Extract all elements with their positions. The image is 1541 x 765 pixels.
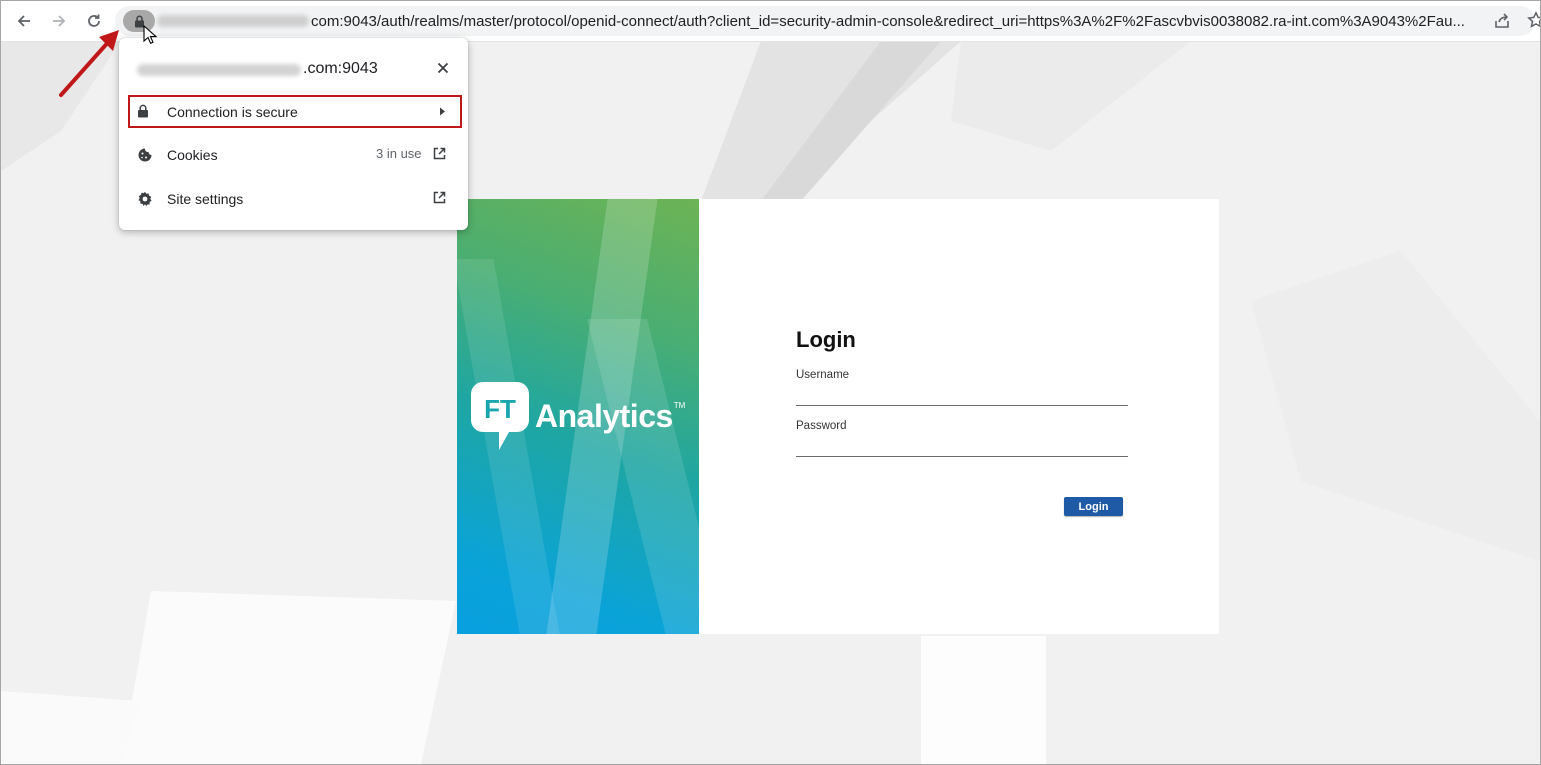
- username-input[interactable]: [796, 381, 1128, 406]
- external-link-icon: [433, 191, 446, 204]
- svg-text:FT: FT: [484, 394, 516, 424]
- ft-badge-icon: FT: [471, 382, 529, 450]
- login-title: Login: [796, 327, 856, 352]
- gear-icon: [138, 191, 152, 206]
- brand-wordmark: Analytics: [535, 397, 673, 434]
- arrow-left-icon: [17, 15, 30, 27]
- cookies-count: 3 in use: [376, 146, 422, 161]
- password-input[interactable]: [796, 432, 1128, 457]
- cookie-icon: [138, 148, 152, 162]
- annotation-arrow: [59, 30, 119, 97]
- cookies-label: Cookies: [167, 147, 218, 163]
- login-form: Login Username Password Login: [796, 327, 1128, 516]
- close-icon: [437, 62, 449, 74]
- share-icon: [1495, 13, 1509, 28]
- cookies-item[interactable]: Cookies 3 in use: [128, 137, 464, 173]
- star-icon: [1527, 11, 1540, 28]
- annotation-highlight-box: [128, 95, 462, 128]
- ft-analytics-logo: FT Analytics TM: [469, 380, 685, 452]
- bookmark-button[interactable]: [1527, 11, 1540, 34]
- password-label: Password: [796, 420, 847, 432]
- site-settings-item[interactable]: Site settings: [128, 181, 464, 217]
- trademark: TM: [673, 400, 686, 410]
- address-bar[interactable]: com:9043/auth/realms/master/protocol/ope…: [115, 6, 1540, 36]
- redacted-popup-hostname: [137, 64, 301, 76]
- popup-close-button[interactable]: [433, 58, 453, 78]
- share-button[interactable]: [1493, 12, 1511, 35]
- browser-toolbar: com:9043/auth/realms/master/protocol/ope…: [1, 1, 1540, 42]
- login-card: FT Analytics TM Login Username Password …: [457, 199, 1219, 634]
- login-button[interactable]: Login: [1064, 497, 1123, 516]
- site-settings-label: Site settings: [167, 191, 244, 207]
- back-button[interactable]: [12, 9, 36, 33]
- browser-window: com:9043/auth/realms/master/protocol/ope…: [0, 0, 1541, 765]
- redacted-hostname: [157, 15, 309, 27]
- url-text[interactable]: com:9043/auth/realms/master/protocol/ope…: [311, 13, 1483, 30]
- mouse-cursor-icon: [143, 25, 157, 45]
- popup-host: .com:9043: [303, 60, 378, 77]
- external-link-icon: [433, 147, 446, 160]
- brand-panel: FT Analytics TM: [457, 199, 699, 634]
- site-info-popup: .com:9043 Connection is secure Cookies 3: [119, 38, 468, 230]
- username-label: Username: [796, 369, 850, 381]
